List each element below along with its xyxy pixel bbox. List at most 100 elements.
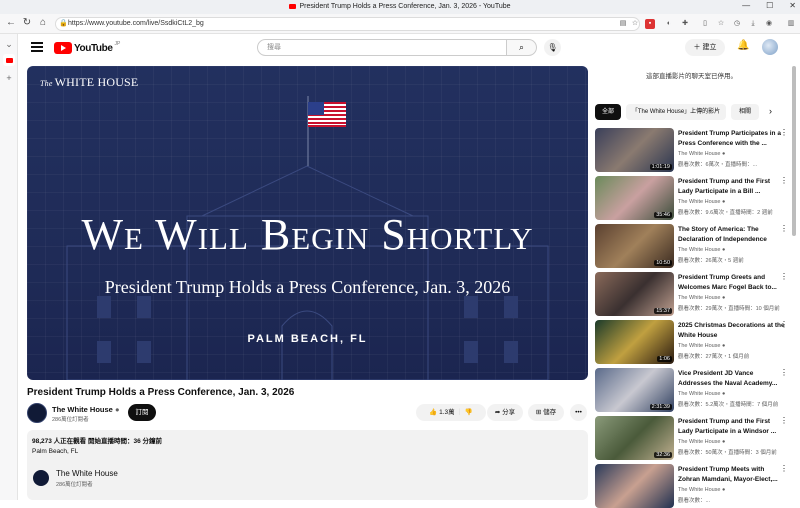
video-thumbnail[interactable]: 32:36: [595, 416, 674, 460]
recommendation-channel[interactable]: The White House ●: [678, 199, 725, 205]
recommendation-item[interactable]: 2:31:39 Vice President JD Vance Addresses…: [595, 368, 788, 412]
chevron-down-icon[interactable]: ⌄: [3, 38, 15, 50]
recommendation-item[interactable]: 15:37 President Trump Greets and Welcomes…: [595, 272, 788, 316]
more-actions-button[interactable]: •••: [570, 404, 587, 421]
channel-avatar[interactable]: [27, 403, 47, 423]
video-thumbnail[interactable]: 2:31:39: [595, 368, 674, 412]
recommendation-channel[interactable]: The White House ●: [678, 295, 725, 301]
chevron-right-icon[interactable]: ›: [769, 106, 772, 116]
recommendation-meta: 觀看次數：...: [678, 498, 711, 504]
recommendation-meta: 觀看次數：29萬次・直播時間：10 個月前: [678, 306, 780, 312]
player-subheadline: President Trump Holds a Press Conference…: [104, 277, 511, 297]
recommendation-item[interactable]: 1:06 2025 Christmas Decorations at the Wh…: [595, 320, 788, 364]
recommendation-title[interactable]: President Trump Greets and Welcomes Marc…: [678, 273, 786, 292]
share-button[interactable]: ➦ 分享: [487, 404, 523, 421]
youtube-tab-icon[interactable]: [3, 54, 15, 66]
filter-chips: 全部 「The White House」上傳的影片 相關 ›: [595, 104, 788, 120]
extension-icon[interactable]: ▪: [645, 19, 655, 29]
video-duration: 1:06: [657, 356, 672, 362]
recommendation-channel[interactable]: The White House ●: [678, 391, 725, 397]
tab-title: President Trump Holds a Press Conference…: [299, 3, 511, 10]
extension-icon[interactable]: ◐: [664, 19, 674, 29]
description-channel-avatar[interactable]: [33, 470, 49, 486]
chip-channel-uploads[interactable]: 「The White House」上傳的影片: [626, 104, 726, 120]
minimize-icon[interactable]: —: [742, 1, 750, 10]
video-thumbnail[interactable]: [595, 464, 674, 508]
maximize-icon[interactable]: ☐: [766, 1, 773, 10]
thumbs-up-icon: 👍: [429, 409, 438, 416]
recommendation-title[interactable]: President Trump Participates in a Press …: [678, 129, 786, 148]
dislike-button[interactable]: 👎: [465, 409, 473, 416]
like-button[interactable]: 👍 1.3萬: [429, 409, 454, 416]
recommendation-title[interactable]: The Story of America: The Declaration of…: [678, 225, 786, 244]
recommendation-title[interactable]: 2025 Christmas Decorations at the White …: [678, 321, 786, 340]
recommendation-item[interactable]: 10:50 The Story of America: The Declarati…: [595, 224, 788, 268]
recommendation-title[interactable]: President Trump Meets with Zohran Mamdan…: [678, 465, 786, 484]
video-thumbnail[interactable]: 35:46: [595, 176, 674, 220]
more-options-icon[interactable]: ⋮: [780, 176, 788, 185]
verified-icon: ●: [114, 405, 120, 414]
recommendation-channel[interactable]: The White House ●: [678, 247, 725, 253]
recommendation-title[interactable]: Vice President JD Vance Addresses the Na…: [678, 369, 786, 388]
recommendation-channel[interactable]: The White House ●: [678, 439, 725, 445]
notifications-bell-icon[interactable]: 🔔: [737, 40, 749, 51]
search-icon: ⌕: [518, 42, 525, 52]
video-thumbnail[interactable]: 15:37: [595, 272, 674, 316]
youtube-logo[interactable]: YouTube JP: [54, 41, 120, 55]
chip-all[interactable]: 全部: [595, 104, 621, 120]
video-duration: 2:31:39: [649, 404, 672, 410]
more-options-icon[interactable]: ⋮: [780, 128, 788, 137]
description-channel-name[interactable]: The White House: [56, 469, 118, 478]
search-input[interactable]: 搜尋: [257, 39, 507, 56]
video-player[interactable]: The WHITE HOUSE We Will Begin Shortly Pre…: [27, 66, 588, 380]
subscribe-button[interactable]: 訂閱: [128, 404, 156, 421]
video-thumbnail[interactable]: 10:50: [595, 224, 674, 268]
recommendation-channel[interactable]: The White House ●: [678, 151, 725, 157]
more-options-icon[interactable]: ⋮: [780, 320, 788, 329]
chip-related[interactable]: 相關: [731, 104, 759, 120]
profile-icon[interactable]: ◉: [764, 19, 774, 29]
split-view-icon[interactable]: ▯: [700, 19, 710, 29]
sidebar-toggle-icon[interactable]: ▥: [786, 19, 796, 29]
more-options-icon[interactable]: ⋮: [780, 464, 788, 473]
recommendation-item[interactable]: President Trump Meets with Zohran Mamdan…: [595, 464, 788, 508]
more-options-icon[interactable]: ⋮: [780, 416, 788, 425]
recommendation-meta: 觀看次數：9.6萬次・直播時間：2 週前: [678, 210, 773, 216]
voice-search-button[interactable]: 🎙: [544, 39, 561, 56]
home-icon[interactable]: ⌂: [36, 17, 50, 28]
address-bar[interactable]: 🔒 https://www.youtube.com/live/SsdkiCtL2…: [55, 17, 640, 31]
recommendation-channel[interactable]: The White House ●: [678, 343, 725, 349]
recommendation-item[interactable]: 32:36 President Trump and the First Lady …: [595, 416, 788, 460]
create-button[interactable]: ＋ 建立: [685, 39, 725, 56]
recommendation-title[interactable]: President Trump and the First Lady Parti…: [678, 417, 786, 436]
add-tab-icon[interactable]: +: [3, 72, 15, 84]
reload-icon[interactable]: ↻: [20, 17, 34, 28]
logo-region: JP: [114, 41, 121, 47]
more-options-icon[interactable]: ⋮: [780, 368, 788, 377]
browser-toolbar: ← ↻ ⌂ 🔒 https://www.youtube.com/live/Ssd…: [0, 14, 800, 34]
channel-name[interactable]: The White House ●: [52, 405, 119, 414]
save-button[interactable]: ⊞ 儲存: [528, 404, 564, 421]
downloads-icon[interactable]: ⤓: [748, 19, 758, 29]
puzzle-icon[interactable]: ✚: [680, 19, 690, 29]
history-icon[interactable]: ◷: [732, 19, 742, 29]
more-options-icon[interactable]: ⋮: [780, 272, 788, 281]
reader-icon[interactable]: ▤: [618, 19, 628, 29]
hamburger-menu-icon[interactable]: [31, 42, 43, 52]
back-icon[interactable]: ←: [4, 17, 18, 28]
recommendation-channel[interactable]: The White House ●: [678, 487, 725, 493]
user-avatar[interactable]: [762, 39, 778, 55]
bookmark-star-icon[interactable]: ☆: [630, 19, 640, 29]
more-options-icon[interactable]: ⋮: [780, 224, 788, 233]
recommendation-title[interactable]: President Trump and the First Lady Parti…: [678, 177, 786, 196]
close-icon[interactable]: ✕: [789, 1, 796, 10]
search-button[interactable]: ⌕: [507, 39, 537, 56]
video-thumbnail[interactable]: 1:06: [595, 320, 674, 364]
url-text: https://www.youtube.com/live/SsdkiCtL2_b…: [68, 20, 204, 27]
recommendation-item[interactable]: 1:01:19 President Trump Participates in a…: [595, 128, 788, 172]
video-thumbnail[interactable]: 1:01:19: [595, 128, 674, 172]
description-box[interactable]: 98,273 人正在觀看 開始直播時間：36 分鐘前 Palm Beach, F…: [27, 430, 588, 500]
recommendation-item[interactable]: 35:46 President Trump and the First Lady …: [595, 176, 788, 220]
scrollbar[interactable]: [792, 66, 796, 236]
favorites-icon[interactable]: ☆: [716, 19, 726, 29]
